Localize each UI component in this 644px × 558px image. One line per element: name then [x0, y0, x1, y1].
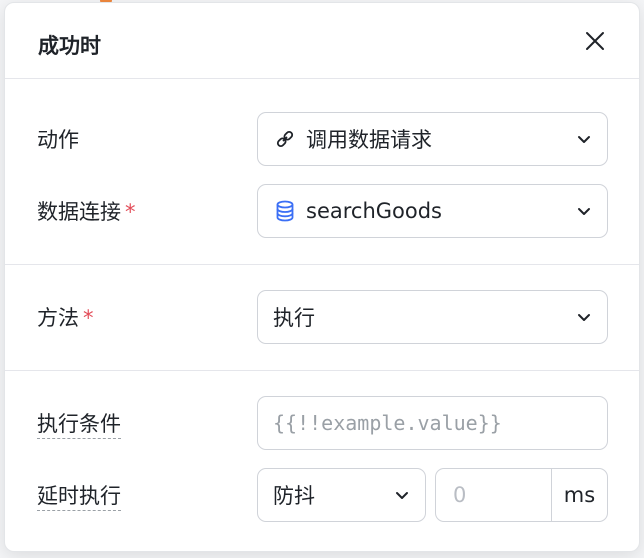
delay-unit: ms — [551, 469, 607, 521]
database-icon — [274, 200, 296, 222]
chevron-down-icon — [578, 208, 590, 215]
required-mark: * — [125, 200, 136, 224]
on-success-dialog: 成功时 动作 调用数据请求 数据连接 * searchGoods 方法 * 执行… — [4, 2, 640, 552]
dialog-title: 成功时 — [38, 34, 101, 58]
link-icon — [274, 128, 296, 150]
close-button[interactable] — [581, 27, 609, 55]
method-select-value: 执行 — [273, 306, 315, 330]
condition-label: 执行条件 — [37, 408, 121, 439]
delay-mode-value: 防抖 — [273, 484, 315, 508]
data-connection-label: 数据连接 * — [37, 200, 136, 224]
chevron-down-icon — [578, 314, 590, 321]
data-connection-select[interactable]: searchGoods — [257, 184, 608, 238]
method-section: 方法 * 执行 — [5, 265, 639, 371]
action-select[interactable]: 调用数据请求 — [257, 112, 608, 166]
condition-placeholder: {{!!example.value}} — [273, 411, 502, 435]
method-label: 方法 * — [37, 306, 94, 330]
action-label: 动作 — [37, 128, 79, 152]
condition-row: 执行条件 {{!!example.value}} — [5, 396, 639, 450]
action-row: 动作 调用数据请求 — [5, 112, 639, 166]
method-select[interactable]: 执行 — [257, 290, 608, 344]
delay-time-input[interactable]: 0 ms — [435, 468, 608, 522]
close-icon — [586, 32, 604, 50]
delay-label: 延时执行 — [37, 480, 121, 511]
data-connection-value: searchGoods — [306, 199, 442, 223]
delay-row: 延时执行 防抖 0 ms — [5, 468, 639, 522]
method-row: 方法 * 执行 — [5, 290, 639, 344]
action-select-value: 调用数据请求 — [306, 128, 432, 152]
dialog-header: 成功时 — [5, 3, 639, 79]
delay-time-value[interactable]: 0 — [436, 469, 551, 521]
condition-input[interactable]: {{!!example.value}} — [257, 396, 608, 450]
chevron-down-icon — [578, 136, 590, 143]
action-section: 动作 调用数据请求 数据连接 * searchGoods — [5, 79, 639, 265]
delay-mode-select[interactable]: 防抖 — [257, 468, 426, 522]
chevron-down-icon — [396, 492, 408, 499]
execution-section: 执行条件 {{!!example.value}} 延时执行 防抖 0 ms — [5, 371, 639, 551]
data-connection-row: 数据连接 * searchGoods — [5, 184, 639, 238]
required-mark: * — [83, 306, 94, 330]
